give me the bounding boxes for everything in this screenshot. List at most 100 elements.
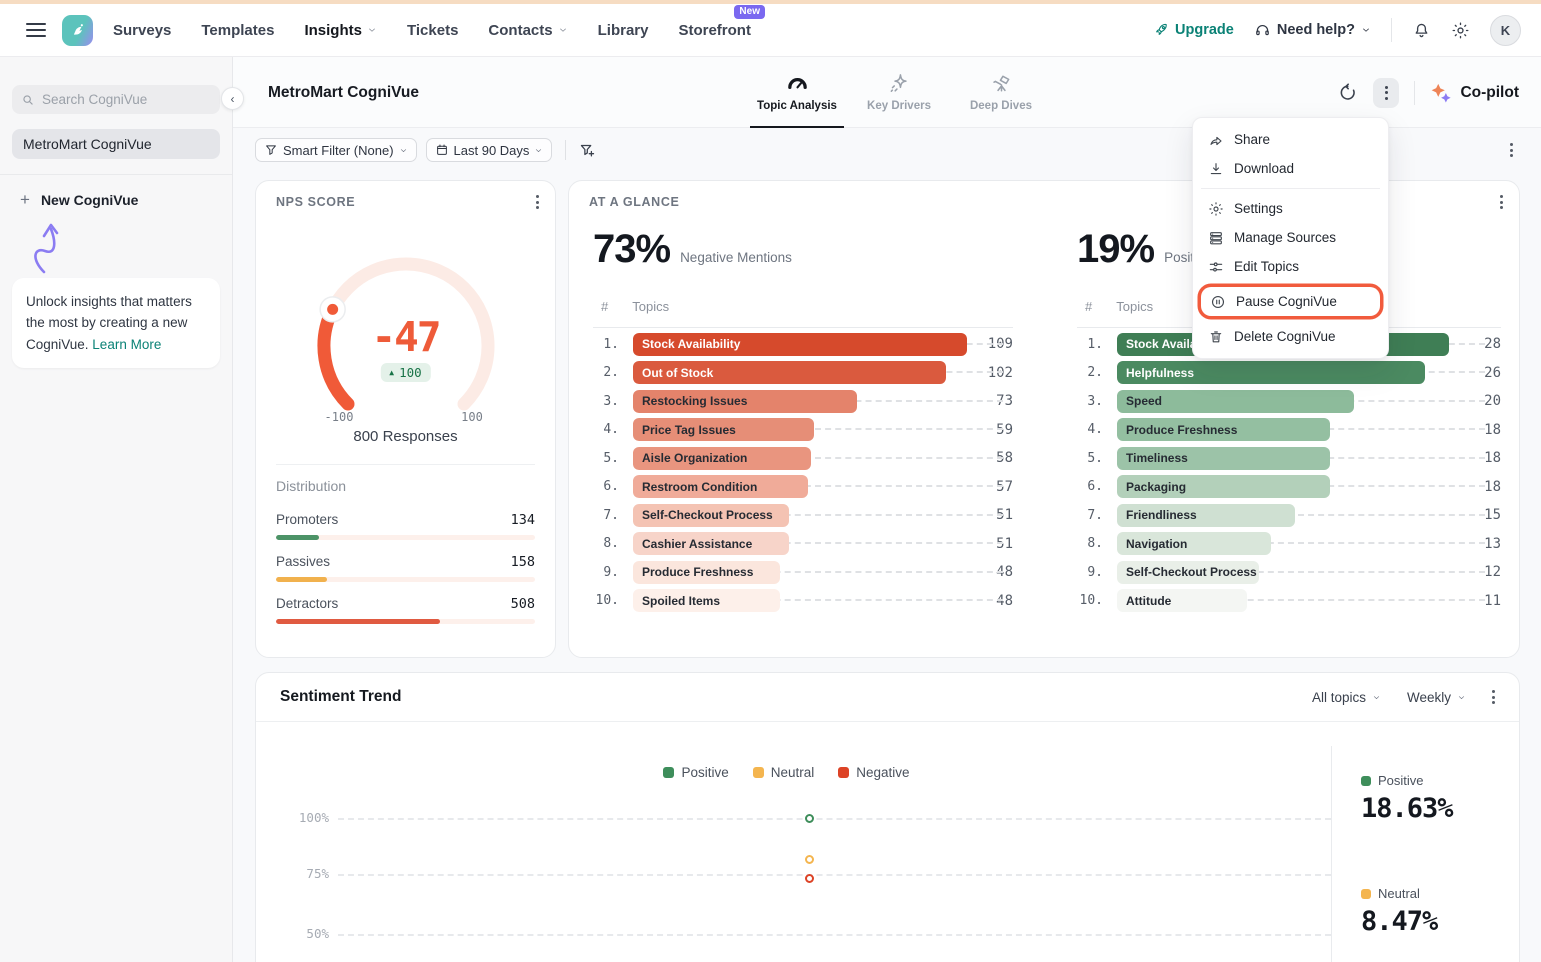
topic-row[interactable]: 7.Self-Checkout Process51 [593,501,1013,530]
menu-item-edit-topics[interactable]: Edit Topics [1199,252,1382,281]
date-range-dropdown[interactable]: Last 90 Days [426,138,553,162]
topic-bar[interactable]: Helpfulness [1117,361,1425,384]
topic-row[interactable]: 5.Aisle Organization58 [593,444,1013,473]
sparkle-icon [888,72,911,95]
user-avatar[interactable]: K [1490,15,1521,46]
legend-item[interactable]: Neutral [753,765,815,780]
tab-deep-dives[interactable]: Deep Dives [954,57,1048,128]
topic-bar[interactable]: Speed [1117,390,1354,413]
topic-rank: 9. [593,565,619,580]
topic-bar[interactable]: Navigation [1117,532,1271,555]
topic-row[interactable]: 9.Self-Checkout Process12 [1077,558,1501,587]
cognivue-search[interactable] [12,85,220,114]
topic-bar[interactable]: Spoiled Items [633,589,780,612]
data-point-neutral[interactable] [805,855,814,864]
menu-item-manage-sources[interactable]: Manage Sources [1199,223,1382,252]
topic-row[interactable]: 4.Price Tag Issues59 [593,416,1013,445]
new-cognivue-button[interactable]: + New CogniVue [12,190,220,210]
upgrade-button[interactable]: Upgrade [1153,22,1234,38]
topic-bar[interactable]: Restocking Issues [633,390,857,413]
data-point-negative[interactable] [805,874,814,883]
topic-bar[interactable]: Produce Freshness [633,561,780,584]
tab-topic-analysis[interactable]: Topic Analysis [750,57,844,128]
menu-item-share[interactable]: Share [1199,125,1382,154]
nav-item-tickets[interactable]: Tickets [407,22,458,39]
chevron-down-icon [1361,25,1371,35]
nav-item-contacts[interactable]: Contacts [488,22,567,39]
settings-gear-icon[interactable] [1451,21,1470,40]
topic-row[interactable]: 9.Produce Freshness48 [593,558,1013,587]
topic-row[interactable]: 6.Packaging18 [1077,473,1501,502]
distribution-row[interactable]: Detractors508 [276,596,535,624]
topic-row[interactable]: 4.Produce Freshness18 [1077,416,1501,445]
menu-item-pause-cognivue[interactable]: Pause CogniVue [1201,287,1380,316]
nav-item-library[interactable]: Library [598,22,649,39]
headset-icon [1254,22,1271,39]
learn-more-link[interactable]: Learn More [92,337,161,352]
topic-bar[interactable]: Stock Availability [633,333,967,356]
topics-filter-dropdown[interactable]: All topics [1312,690,1381,705]
topic-row[interactable]: 7.Friendliness15 [1077,501,1501,530]
topic-bar[interactable]: Aisle Organization [633,447,811,470]
legend-item[interactable]: Negative [838,765,909,780]
topic-bar[interactable]: Price Tag Issues [633,418,814,441]
topic-row[interactable]: 8.Navigation13 [1077,530,1501,559]
legend-swatch [663,767,674,778]
sidebar-item-metromart-cognivue[interactable]: MetroMart CogniVue [12,129,220,159]
hamburger-menu-icon[interactable] [26,23,46,37]
data-point-positive[interactable] [805,814,814,823]
notifications-bell-icon[interactable] [1412,21,1431,40]
nav-item-templates[interactable]: Templates [201,22,274,39]
topic-row[interactable]: 3.Speed20 [1077,387,1501,416]
more-options-kebab-button[interactable] [1373,78,1399,108]
nav-item-storefront[interactable]: Storefront New [678,22,751,39]
topic-row[interactable]: 10.Spoiled Items48 [593,587,1013,616]
topic-row[interactable]: 1.Stock Availability109 [593,330,1013,359]
refresh-icon[interactable] [1339,83,1358,102]
divider [0,174,232,175]
topic-bar-area: Timeliness [1117,447,1449,470]
topic-bar[interactable]: Packaging [1117,475,1330,498]
topic-bar[interactable]: Out of Stock [633,361,946,384]
distribution-rows: Promoters134 Passives158 Detractors508 [276,512,535,638]
topic-bar[interactable]: Self-Checkout Process [633,504,789,527]
topic-row[interactable]: 5.Timeliness18 [1077,444,1501,473]
menu-item-delete-cognivue[interactable]: Delete CogniVue [1199,322,1382,351]
topic-bar-area: Speed [1117,390,1449,413]
distribution-row[interactable]: Promoters134 [276,512,535,540]
search-input[interactable] [42,92,211,107]
topic-bar[interactable]: Timeliness [1117,447,1330,470]
app-logo[interactable] [62,15,93,46]
chart-legend: Positive Neutral Negative [256,765,1317,780]
sidebar-collapse-button[interactable]: ‹ [221,87,244,110]
gauge-icon [786,72,809,95]
nps-card-kebab[interactable] [536,195,539,209]
menu-item-settings[interactable]: Settings [1199,194,1382,223]
filter-row-kebab[interactable] [1510,143,1513,157]
topic-bar[interactable]: Restroom Condition [633,475,808,498]
nav-item-surveys[interactable]: Surveys [113,22,171,39]
menu-item-download[interactable]: Download [1199,154,1382,183]
add-filter-icon[interactable] [579,142,596,159]
distribution-row[interactable]: Passives158 [276,554,535,582]
help-button[interactable]: Need help? [1254,22,1371,39]
topic-row[interactable]: 2.Out of Stock102 [593,359,1013,388]
topic-row[interactable]: 10.Attitude11 [1077,587,1501,616]
copilot-button[interactable]: Co-pilot [1430,82,1519,104]
interval-dropdown[interactable]: Weekly [1407,690,1466,705]
nav-item-insights[interactable]: Insights [304,22,377,39]
topic-bar[interactable]: Cashier Assistance [633,532,789,555]
topic-row[interactable]: 3.Restocking Issues73 [593,387,1013,416]
topic-row[interactable]: 2.Helpfulness26 [1077,359,1501,388]
smart-filter-dropdown[interactable]: Smart Filter (None) [255,138,417,162]
topic-bar[interactable]: Produce Freshness [1117,418,1330,441]
topic-row[interactable]: 6.Restroom Condition57 [593,473,1013,502]
tab-key-drivers[interactable]: Key Drivers [852,57,946,128]
legend-item[interactable]: Positive [663,765,728,780]
topic-bar[interactable]: Self-Checkout Process [1117,561,1259,584]
topic-bar[interactable]: Friendliness [1117,504,1295,527]
topic-row[interactable]: 8.Cashier Assistance51 [593,530,1013,559]
trend-card-kebab[interactable] [1492,690,1495,704]
topic-bar[interactable]: Attitude [1117,589,1247,612]
topic-rank: 4. [593,422,619,437]
